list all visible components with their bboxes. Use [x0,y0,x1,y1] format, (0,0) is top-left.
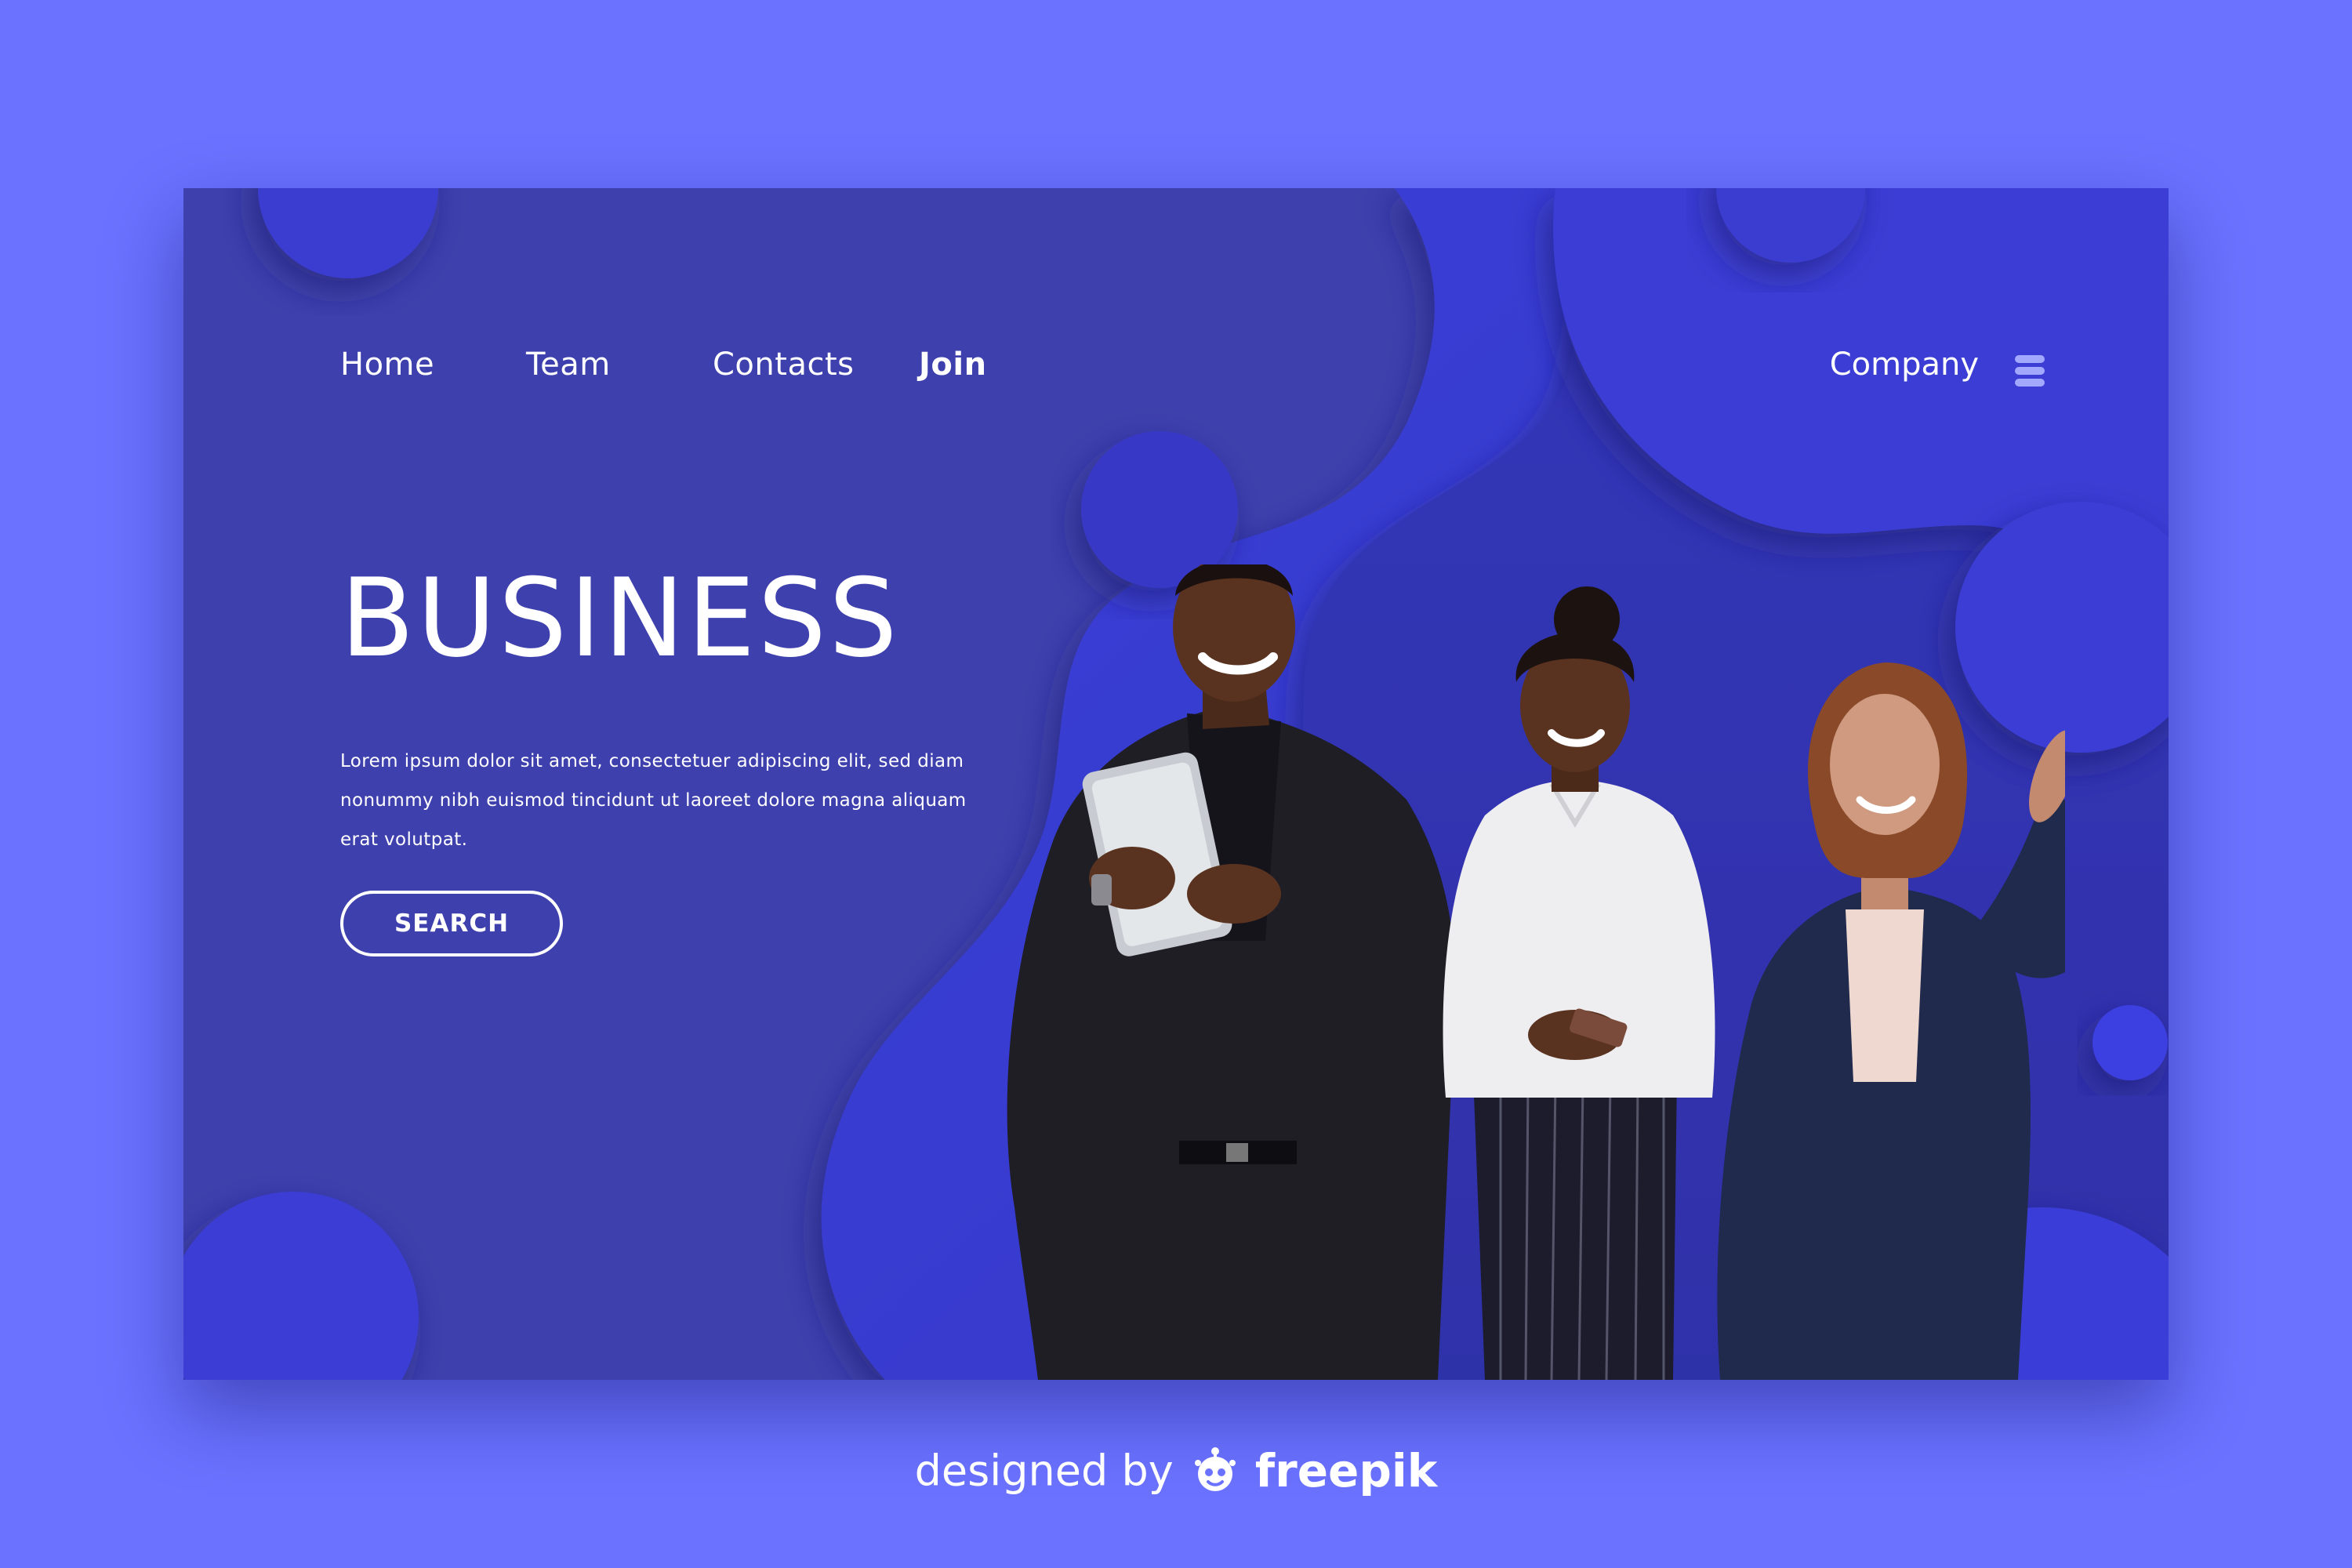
nav-company[interactable]: Company [1830,349,1979,380]
search-button[interactable]: SEARCH [340,891,563,956]
landing-card: Home Team Contacts Join Company BUSINESS… [183,188,2169,1380]
designed-by-text: designed by [914,1446,1174,1496]
man-figure [1007,564,1456,1380]
designer-credit: designed by freepik [0,1444,2352,1497]
woman-right-figure [1717,662,2065,1380]
nav-team[interactable]: Team [526,349,611,380]
freepik-logo-icon[interactable] [1190,1446,1240,1496]
business-team-photo [1007,564,2065,1380]
nav-join[interactable]: Join [919,349,987,380]
hero-description: Lorem ipsum dolor sit amet, consectetuer… [340,751,967,850]
nav-contacts[interactable]: Contacts [713,349,854,380]
nav-home[interactable]: Home [340,349,434,380]
freepik-brand-text[interactable]: freepik [1255,1444,1437,1497]
hamburger-menu-icon[interactable] [2015,355,2045,388]
woman-middle-figure [1443,586,1715,1380]
hero-title: BUSINESS [340,555,900,681]
